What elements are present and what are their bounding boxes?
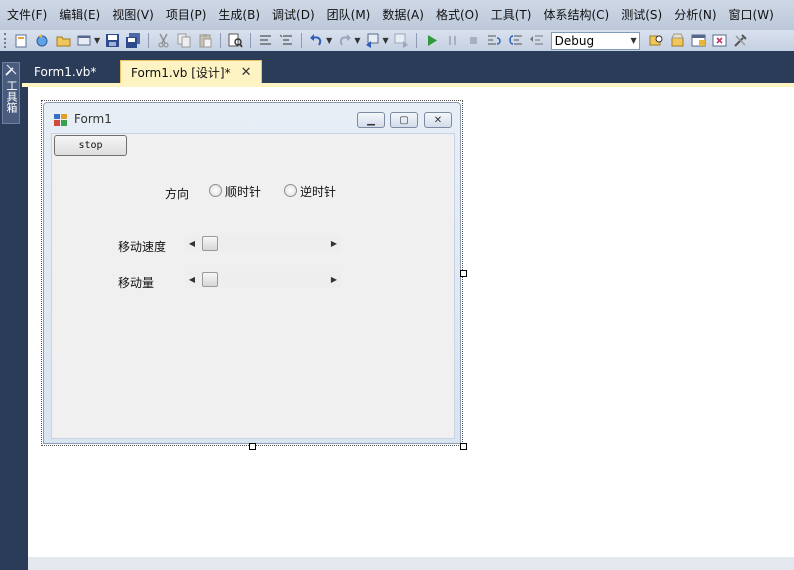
scroll-left-icon[interactable]: ◀ (185, 271, 199, 288)
chevron-down-icon[interactable]: ▼ (382, 36, 388, 45)
amount-label: 移动量 (118, 276, 155, 290)
undo-icon[interactable] (308, 32, 325, 49)
toolbar-separator (220, 33, 222, 48)
close-icon[interactable]: ✕ (241, 61, 252, 85)
chevron-down-icon[interactable]: ▼ (94, 36, 100, 45)
speed-label: 移动速度 (118, 240, 167, 254)
scroll-thumb[interactable] (202, 236, 218, 251)
add-web-icon[interactable] (76, 32, 93, 49)
toolbox-tab-label: 工具箱 (5, 80, 18, 113)
resize-handle-corner[interactable] (460, 443, 467, 450)
menu-data[interactable]: 数据(A) (377, 0, 431, 30)
resize-handle-bottom[interactable] (249, 443, 256, 450)
toolbar-separator (250, 33, 252, 48)
minimize-button[interactable]: ▁ (357, 112, 385, 128)
solution-configuration-value: Debug (554, 33, 595, 48)
scroll-right-icon[interactable]: ▶ (327, 271, 341, 288)
designer-surface[interactable]: Form1 ▁ ▢ ✕ stop 方向 顺时针 逆时针 移动速度 ◀ ▶ 移动量… (28, 87, 794, 557)
save-all-icon[interactable] (125, 32, 142, 49)
solution-explorer-icon[interactable] (669, 32, 686, 49)
counterclockwise-label[interactable]: 逆时针 (300, 183, 336, 200)
menu-format[interactable]: 格式(O) (431, 0, 486, 30)
menu-architecture[interactable]: 体系结构(C) (538, 0, 616, 30)
form-window[interactable]: Form1 ▁ ▢ ✕ stop 方向 顺时针 逆时针 移动速度 ◀ ▶ 移动量… (43, 102, 461, 444)
navigate-backward-icon[interactable] (364, 32, 381, 49)
direction-label: 方向 (165, 187, 190, 201)
find-in-files-icon[interactable] (227, 32, 244, 49)
menu-analyze[interactable]: 分析(N) (669, 0, 723, 30)
step-into-icon[interactable] (486, 32, 503, 49)
resize-handle-right[interactable] (460, 270, 467, 277)
solution-configuration-select[interactable]: Debug ▼ (550, 31, 640, 50)
tab-label: Form1.vb* (34, 65, 97, 79)
form-icon (54, 114, 67, 126)
scroll-right-icon[interactable]: ▶ (327, 235, 341, 252)
chevron-down-icon[interactable]: ▼ (326, 36, 332, 45)
menu-view[interactable]: 视图(V) (107, 0, 161, 30)
toolbar-separator (301, 33, 303, 48)
amount-scrollbar[interactable]: ◀ ▶ (185, 271, 341, 288)
tab-form1-code[interactable]: Form1.vb* (24, 60, 106, 84)
status-strip (28, 557, 794, 570)
form-title: Form1 (74, 112, 112, 126)
toolbar-grip[interactable] (4, 33, 7, 48)
stop-button[interactable]: stop (54, 135, 127, 156)
menu-tools[interactable]: 工具(T) (486, 0, 539, 30)
menu-window[interactable]: 窗口(W) (724, 0, 781, 30)
wrench-icon (5, 64, 17, 76)
chevron-down-icon[interactable]: ▼ (354, 36, 360, 45)
menu-project[interactable]: 项目(P) (161, 0, 214, 30)
toolbar-separator (415, 33, 417, 48)
menu-test[interactable]: 测试(S) (616, 0, 669, 30)
form-client-area: stop 方向 顺时针 逆时针 移动速度 ◀ ▶ 移动量 ◀ ▶ (51, 133, 455, 439)
standard-toolbar: ▼ ▼ ▼ ▼ Debug ▼ (0, 30, 794, 51)
speed-scrollbar[interactable]: ◀ ▶ (185, 235, 341, 252)
menu-bar: 文件(F) 编辑(E) 视图(V) 项目(P) 生成(B) 调试(D) 团队(M… (0, 0, 794, 30)
find-icon[interactable] (648, 32, 665, 49)
pause-icon[interactable] (444, 32, 461, 49)
menu-edit[interactable]: 编辑(E) (54, 0, 107, 30)
scroll-left-icon[interactable]: ◀ (185, 235, 199, 252)
redo-icon[interactable] (336, 32, 353, 49)
cut-icon[interactable] (155, 32, 172, 49)
open-file-icon[interactable] (55, 32, 72, 49)
add-item-icon[interactable] (34, 32, 51, 49)
close-button[interactable]: ✕ (424, 112, 452, 128)
maximize-button[interactable]: ▢ (390, 112, 418, 128)
clockwise-radio[interactable] (209, 184, 222, 197)
properties-window-icon[interactable] (690, 32, 707, 49)
uncomment-icon[interactable] (278, 32, 295, 49)
comment-icon[interactable] (257, 32, 274, 49)
start-debugging-icon[interactable] (423, 32, 440, 49)
tab-form1-designer[interactable]: Form1.vb [设计]* ✕ (120, 60, 263, 85)
toolbox-panel-strip: 工具箱 (0, 60, 22, 570)
copy-icon[interactable] (176, 32, 193, 49)
menu-debug[interactable]: 调试(D) (267, 0, 322, 30)
step-over-icon[interactable] (507, 32, 524, 49)
counterclockwise-radio[interactable] (284, 184, 297, 197)
scroll-thumb[interactable] (202, 272, 218, 287)
object-browser-icon[interactable] (711, 32, 728, 49)
document-tab-strip: Form1.vb* Form1.vb [设计]* ✕ (22, 60, 794, 84)
step-out-icon[interactable] (528, 32, 545, 49)
toolbox-tab[interactable]: 工具箱 (2, 62, 20, 124)
clockwise-label[interactable]: 顺时针 (225, 183, 261, 200)
stop-debugging-icon[interactable] (465, 32, 482, 49)
menu-file[interactable]: 文件(F) (2, 0, 54, 30)
navigate-forward-icon[interactable] (393, 32, 410, 49)
tab-label: Form1.vb [设计]* (131, 65, 231, 80)
new-project-icon[interactable] (13, 32, 30, 49)
chevron-down-icon: ▼ (630, 35, 637, 45)
toolbox-icon[interactable] (732, 32, 749, 49)
menu-build[interactable]: 生成(B) (213, 0, 267, 30)
toolbar-separator (148, 33, 150, 48)
save-icon[interactable] (104, 32, 121, 49)
menu-team[interactable]: 团队(M) (322, 0, 378, 30)
paste-icon[interactable] (197, 32, 214, 49)
